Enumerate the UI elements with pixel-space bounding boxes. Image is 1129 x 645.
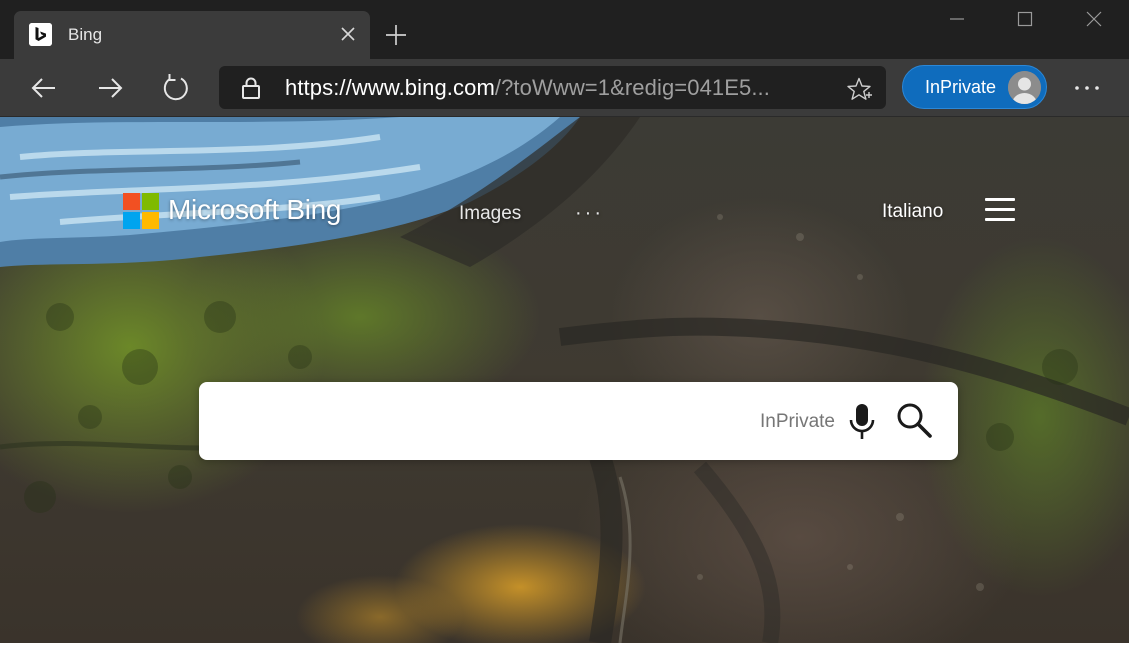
toolbar: https://www.bing.com/?toWww=1&redig=041E… (0, 59, 1129, 117)
plus-icon[interactable] (383, 22, 409, 48)
url-prefix: https:// (285, 75, 352, 100)
minimize-icon[interactable] (942, 6, 972, 32)
microsoft-logo-icon (123, 193, 159, 229)
language-link[interactable]: Italiano (882, 201, 943, 223)
refresh-icon[interactable] (159, 71, 193, 105)
inprivate-button[interactable]: InPrivate (902, 65, 1047, 109)
inprivate-label: InPrivate (925, 77, 997, 97)
tab-title: Bing (68, 25, 103, 44)
browser-window: Bing https://www.bing.com/?toWww=1&redig… (0, 0, 1129, 643)
bing-homepage: Microsoft Bing Images ··· Italiano InPri… (0, 117, 1129, 643)
more-icon[interactable] (1070, 75, 1104, 101)
favorite-star-icon[interactable] (846, 76, 872, 102)
close-icon[interactable] (338, 24, 358, 44)
nav-more-button[interactable]: ··· (575, 202, 604, 225)
search-icon[interactable] (893, 400, 937, 442)
tab-strip: Bing (0, 0, 1129, 59)
search-inprivate-hint: InPrivate (760, 411, 835, 432)
back-arrow-icon[interactable] (27, 71, 61, 105)
url-rest: /?toWww=1&redig=041E5... (494, 75, 770, 100)
maximize-icon[interactable] (1010, 6, 1040, 32)
tab-bing[interactable]: Bing (14, 11, 370, 59)
url-text[interactable]: https://www.bing.com/?toWww=1&redig=041E… (285, 75, 770, 101)
logo-text: Microsoft Bing (168, 194, 342, 225)
bing-favicon-icon (29, 23, 52, 46)
search-input[interactable] (219, 400, 743, 444)
search-box: InPrivate (199, 382, 958, 460)
lock-icon[interactable] (239, 76, 263, 100)
hamburger-menu-icon[interactable] (985, 198, 1015, 222)
forward-arrow-icon[interactable] (93, 71, 127, 105)
nav-images-link[interactable]: Images (459, 203, 521, 225)
avatar (1008, 71, 1041, 104)
url-host: www.bing.com (351, 75, 495, 100)
microphone-icon[interactable] (845, 402, 879, 442)
window-close-icon[interactable] (1079, 6, 1109, 32)
address-bar[interactable]: https://www.bing.com/?toWww=1&redig=041E… (219, 66, 886, 109)
